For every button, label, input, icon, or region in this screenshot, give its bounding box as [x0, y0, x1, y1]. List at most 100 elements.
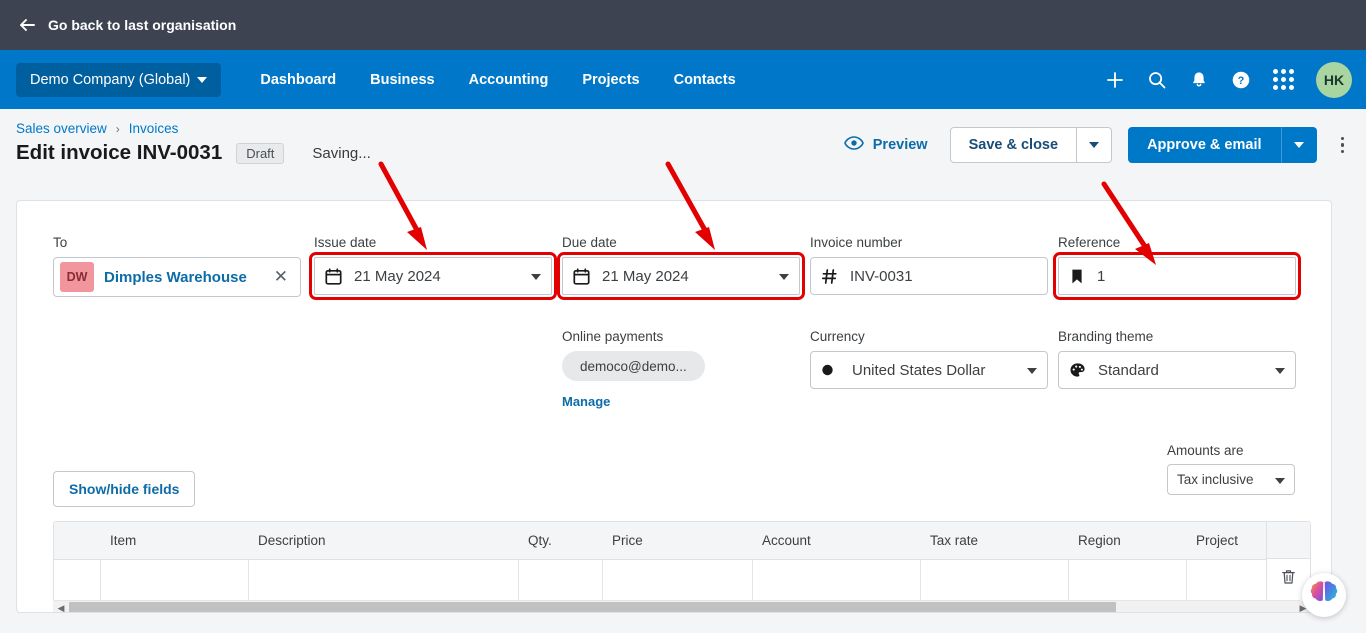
reference-field-group: Reference 1 — [1053, 235, 1301, 300]
column-header-account: Account — [752, 522, 920, 560]
help-icon[interactable]: ? — [1231, 70, 1251, 90]
issue-date-field-group: Issue date 21 May 2024 — [309, 235, 557, 300]
go-back-to-last-organisation-link[interactable]: Go back to last organisation — [18, 16, 236, 34]
preview-button[interactable]: Preview — [843, 136, 928, 154]
preview-label: Preview — [872, 137, 928, 153]
currency-label: Currency — [810, 329, 865, 344]
chevron-down-icon — [197, 76, 208, 83]
nav-item-business[interactable]: Business — [353, 62, 451, 98]
cell-price[interactable] — [602, 559, 753, 601]
calendar-icon — [325, 267, 342, 285]
organisation-selector[interactable]: Demo Company (Global) — [16, 62, 222, 97]
save-and-close-dropdown-button[interactable] — [1077, 127, 1113, 163]
amounts-are-group: Amounts are Tax inclusive — [1167, 443, 1295, 495]
avatar[interactable]: HK — [1316, 61, 1352, 98]
column-header-item: Item — [100, 522, 248, 560]
nav-item-projects[interactable]: Projects — [565, 62, 656, 98]
table-header-row: Item Description Qty. Price Account Tax … — [54, 522, 1300, 560]
svg-text:?: ? — [1238, 75, 1245, 87]
chevron-down-icon[interactable] — [1027, 361, 1037, 379]
due-date-field[interactable]: 21 May 2024 — [557, 252, 805, 300]
chevron-down-icon[interactable] — [779, 267, 789, 285]
column-header-drag — [54, 522, 100, 560]
cell-drag[interactable] — [54, 559, 101, 601]
organisation-name: Demo Company (Global) — [30, 71, 191, 88]
cell-account[interactable] — [752, 559, 921, 601]
breadcrumb-item-invoices[interactable]: Invoices — [129, 121, 179, 136]
column-header-price: Price — [602, 522, 752, 560]
manage-online-payments-link[interactable]: Manage — [562, 394, 800, 409]
save-and-close-button[interactable]: Save & close — [949, 127, 1078, 163]
hash-icon — [821, 268, 838, 285]
close-icon[interactable]: ✕ — [262, 267, 300, 287]
table-row[interactable] — [54, 559, 1300, 601]
due-date-label: Due date — [562, 235, 617, 250]
brain-icon — [1309, 580, 1339, 611]
branding-theme-value: Standard — [1098, 361, 1159, 379]
to-label: To — [53, 235, 68, 250]
chevron-down-icon[interactable] — [1275, 361, 1285, 379]
page-subheader: Sales overview › Invoices Edit invoice I… — [0, 109, 1366, 173]
invoice-number-field[interactable]: INV-0031 — [810, 257, 1048, 295]
cell-description[interactable] — [248, 559, 519, 601]
due-date-value: 21 May 2024 — [602, 267, 689, 285]
currency-value: United States Dollar — [852, 361, 986, 379]
bell-icon[interactable] — [1189, 70, 1209, 90]
chevron-down-icon — [1089, 142, 1100, 148]
line-items-header: Item Description Qty. Price Account Tax … — [54, 522, 1300, 560]
invoice-number-field-group: Invoice number INV-0031 — [810, 235, 1048, 295]
chevron-down-icon — [1293, 142, 1304, 148]
kebab-menu-icon[interactable] — [1333, 133, 1353, 158]
breadcrumb-separator-icon: › — [115, 121, 120, 136]
plus-icon[interactable] — [1105, 70, 1125, 90]
amounts-are-value: Tax inclusive — [1177, 472, 1254, 487]
reference-field[interactable]: 1 — [1053, 252, 1301, 300]
calendar-icon — [573, 267, 590, 285]
invoice-number-label: Invoice number — [810, 235, 903, 250]
assistant-fab-button[interactable] — [1302, 573, 1346, 617]
online-payments-group: Online payments democo@demo... Manage — [562, 329, 800, 409]
line-items-table: Item Description Qty. Price Account Tax … — [54, 522, 1300, 601]
line-items-scroll-area: Item Description Qty. Price Account Tax … — [54, 522, 1310, 601]
header-actions: Preview Save & close Approve & email — [843, 127, 1353, 163]
nav-actions: ? HK — [1105, 61, 1352, 98]
online-payments-value[interactable]: democo@demo... — [562, 351, 705, 381]
scrollbar-thumb[interactable] — [69, 602, 1116, 612]
cell-region[interactable] — [1068, 559, 1187, 601]
issue-date-value: 21 May 2024 — [354, 267, 441, 285]
contact-initials-avatar: DW — [60, 262, 94, 292]
apps-grid-icon[interactable] — [1273, 69, 1294, 90]
nav-item-accounting[interactable]: Accounting — [452, 62, 566, 98]
reference-value: 1 — [1097, 267, 1106, 285]
show-hide-fields-button[interactable]: Show/hide fields — [53, 471, 196, 507]
invoice-number-value: INV-0031 — [850, 267, 913, 285]
approve-and-email-dropdown-button[interactable] — [1280, 127, 1317, 163]
line-items-horizontal-scrollbar[interactable]: ◀ ▶ — [53, 601, 1311, 612]
approve-and-email-button[interactable]: Approve & email — [1128, 127, 1281, 163]
cell-tax-rate[interactable] — [920, 559, 1069, 601]
to-contact-field[interactable]: DW Dimples Warehouse ✕ — [53, 257, 301, 297]
branding-theme-label: Branding theme — [1058, 329, 1154, 344]
column-header-tax-rate: Tax rate — [920, 522, 1068, 560]
amounts-are-select[interactable]: Tax inclusive — [1167, 464, 1295, 495]
issue-date-label: Issue date — [314, 235, 377, 250]
chevron-down-icon[interactable] — [531, 267, 541, 285]
issue-date-field[interactable]: 21 May 2024 — [309, 252, 557, 300]
cell-item[interactable] — [100, 559, 249, 601]
page-title: Edit invoice INV-0031 — [16, 141, 223, 164]
eye-icon — [843, 136, 864, 154]
column-header-region: Region — [1068, 522, 1186, 560]
scroll-left-arrow-icon[interactable]: ◀ — [53, 601, 69, 612]
currency-select[interactable]: United States Dollar — [810, 351, 1048, 389]
branding-theme-field-group: Branding theme Standard — [1058, 329, 1296, 389]
branding-theme-select[interactable]: Standard — [1058, 351, 1296, 389]
nav-item-contacts[interactable]: Contacts — [657, 62, 753, 98]
approve-and-email-split-button: Approve & email — [1128, 127, 1317, 163]
column-header-description: Description — [248, 522, 518, 560]
nav-item-dashboard[interactable]: Dashboard — [243, 62, 353, 98]
to-field-group: To DW Dimples Warehouse ✕ — [53, 235, 301, 297]
breadcrumb-item-sales-overview[interactable]: Sales overview — [16, 121, 107, 136]
search-icon[interactable] — [1147, 70, 1167, 90]
cell-qty[interactable] — [518, 559, 603, 601]
nav-links: Dashboard Business Accounting Projects C… — [243, 62, 752, 98]
